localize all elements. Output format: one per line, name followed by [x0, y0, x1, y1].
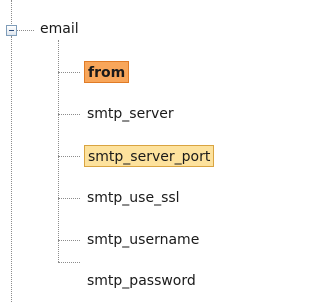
tree-node-smtp-username[interactable]: smtp_username	[84, 229, 202, 251]
tree-guide-root-connector	[17, 30, 34, 31]
tree-guide-connector	[58, 72, 80, 73]
tree-node-email[interactable]: email	[38, 18, 81, 40]
tree-guide-parent-below	[11, 36, 12, 302]
settings-tree: email from smtp_server smtp_server_port …	[0, 0, 249, 302]
tree-guide-connector	[58, 156, 80, 157]
tree-node-smtp-server[interactable]: smtp_server	[84, 103, 177, 125]
tree-guide-connector	[58, 262, 80, 263]
tree-node-smtp-server-port[interactable]: smtp_server_port	[84, 145, 215, 167]
tree-node-smtp-use-ssl[interactable]: smtp_use_ssl	[84, 187, 183, 209]
collapse-toggle-email[interactable]	[6, 25, 17, 36]
tree-guide-connector	[58, 114, 80, 115]
tree-node-from[interactable]: from	[84, 61, 130, 83]
minus-icon	[9, 30, 14, 31]
tree-guide-children	[58, 40, 59, 262]
tree-guide-parent	[11, 0, 12, 24]
tree-guide-connector	[58, 198, 80, 199]
tree-guide-connector	[58, 240, 80, 241]
tree-node-smtp-password[interactable]: smtp_password	[84, 270, 199, 292]
